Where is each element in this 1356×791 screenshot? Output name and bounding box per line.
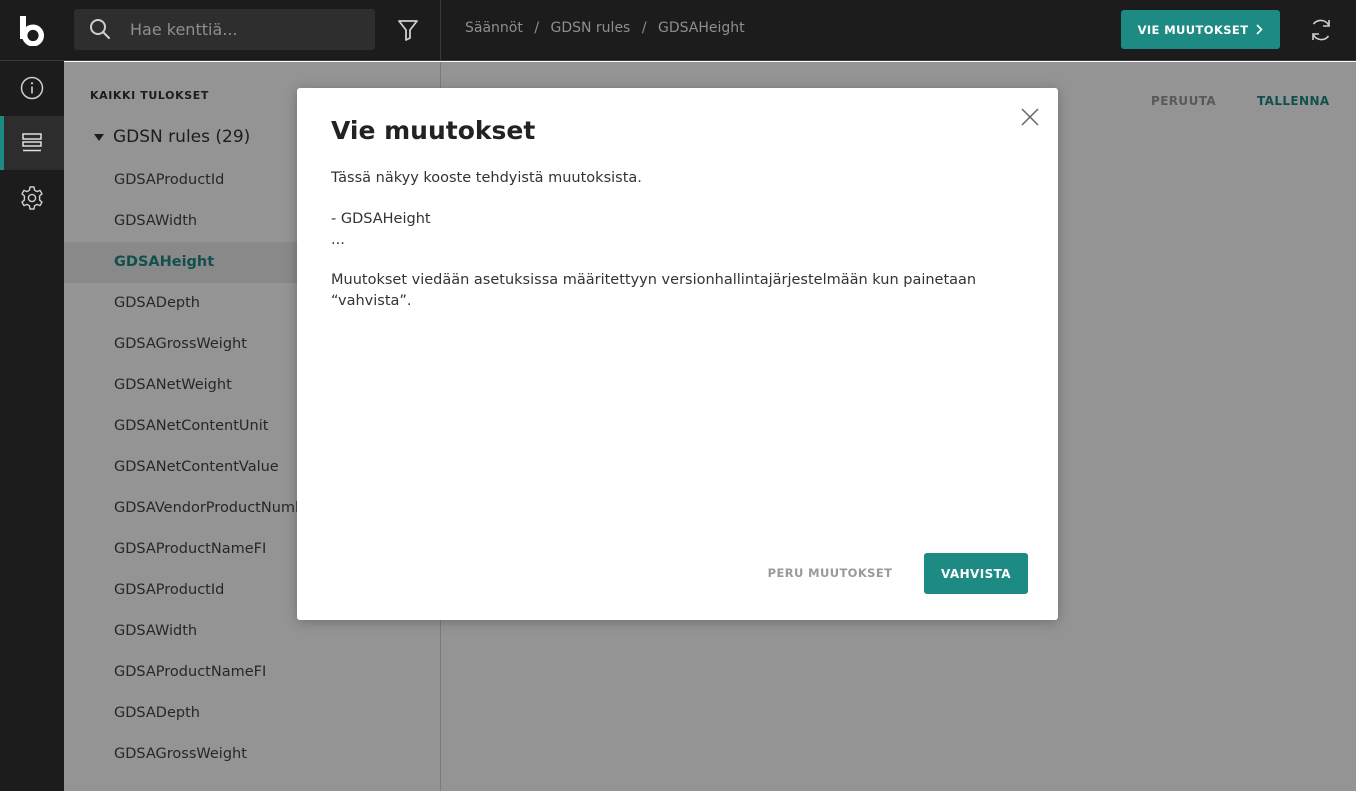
rules-icon: [22, 133, 42, 152]
dialog-note: Muutokset viedään asetuksissa määritetty…: [331, 272, 977, 309]
top-bar: Säännöt / GDSN rules / GDSAHeight VIE MU…: [0, 0, 1356, 61]
brand-logo[interactable]: [0, 0, 64, 61]
dialog-intro: Tässä näkyy kooste tehdyistä muutoksista…: [331, 170, 642, 186]
rail-item-rules[interactable]: [0, 116, 64, 170]
rail-item-info[interactable]: [0, 61, 64, 115]
search-icon: [90, 19, 110, 39]
confirm-button[interactable]: VAHVISTA: [924, 553, 1028, 594]
export-changes-button[interactable]: VIE MUUTOKSET: [1121, 10, 1280, 49]
left-rail: [0, 61, 64, 791]
filter-icon[interactable]: [397, 18, 419, 42]
info-icon: [20, 76, 44, 100]
dialog-body: Tässä näkyy kooste tehdyistä muutoksista…: [331, 168, 1031, 312]
breadcrumb-item-current: GDSAHeight: [657, 20, 745, 36]
export-changes-dialog: Vie muutokset Tässä näkyy kooste tehdyis…: [297, 88, 1058, 620]
breadcrumb-item-gdsn-rules[interactable]: GDSN rules: [550, 20, 630, 36]
topbar-divider: [440, 0, 441, 61]
search-input[interactable]: [128, 9, 363, 50]
change-item-more: ...: [331, 232, 345, 248]
rail-item-settings[interactable]: [0, 171, 64, 225]
chevron-right-icon: [1256, 24, 1264, 35]
breadcrumb-separator: /: [534, 20, 540, 36]
export-changes-label: VIE MUUTOKSET: [1137, 22, 1249, 37]
breadcrumb-item-rules[interactable]: Säännöt: [465, 20, 523, 36]
discard-changes-button[interactable]: PERU MUUTOKSET: [755, 553, 905, 593]
gear-icon: [21, 186, 43, 210]
brand-b-logo-icon: [20, 15, 44, 46]
breadcrumb: Säännöt / GDSN rules / GDSAHeight: [465, 20, 745, 36]
change-item: - GDSAHeight: [331, 211, 431, 227]
breadcrumb-separator: /: [641, 20, 647, 36]
refresh-icon[interactable]: [1309, 17, 1333, 43]
dialog-title: Vie muutokset: [331, 116, 536, 145]
close-icon[interactable]: [1019, 106, 1041, 128]
search-box: [74, 9, 375, 50]
